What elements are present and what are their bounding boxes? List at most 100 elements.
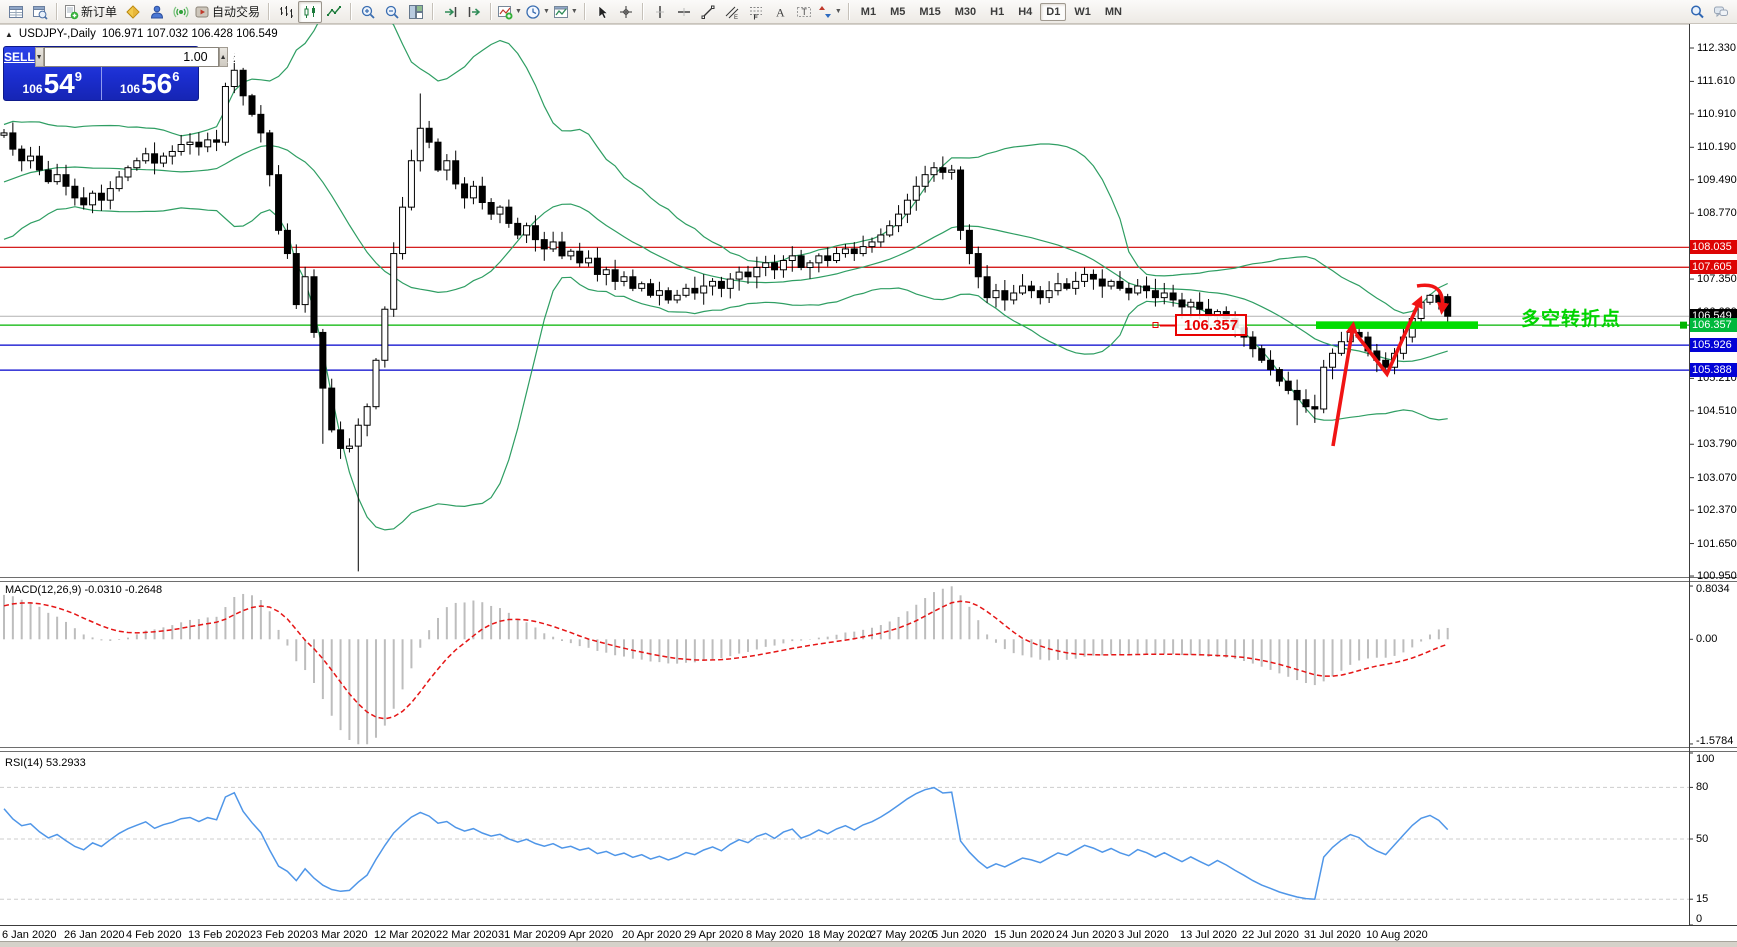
horizontal-level-lines[interactable]: [0, 246, 1689, 371]
volume-decrease-button[interactable]: ▼: [34, 47, 44, 67]
zoom-in-button[interactable]: [356, 1, 380, 23]
rsi-axis-tick: 15: [1696, 893, 1709, 906]
price-axis-tick: 100.950: [1697, 570, 1737, 583]
sell-button[interactable]: SELL: [4, 47, 35, 67]
sell-price[interactable]: 106 54 9: [4, 67, 102, 100]
toolbar: 新订单 自动交易 ▼ ▼ ▼ E F A T ▼ M1 M5 M15 M30 H1 H4 D1 W1 MN: [0, 0, 1737, 24]
auto-scroll-button[interactable]: [438, 1, 462, 23]
price-axis-tick: 112.330: [1697, 42, 1736, 54]
periods-icon: [525, 4, 541, 20]
auto-trading-label: 自动交易: [212, 5, 261, 19]
timeframe-mn[interactable]: MN: [1099, 3, 1128, 21]
rsi-indicator-label: RSI(14) 53.2933: [5, 757, 86, 769]
svg-text:E: E: [734, 15, 738, 20]
collapse-chart-icon[interactable]: ▲: [5, 30, 13, 39]
price-axis-tick: 110.190: [1697, 141, 1736, 154]
timeframe-m1[interactable]: M1: [855, 3, 882, 21]
chart-shift-button[interactable]: [462, 1, 486, 23]
timeframe-m5[interactable]: M5: [884, 3, 911, 21]
date-axis-label: 4 Feb 2020: [126, 929, 182, 941]
fibonacci-icon: F: [748, 4, 764, 20]
date-axis-label: 20 Apr 2020: [622, 929, 682, 941]
rsi-axis-tick: 0: [1696, 913, 1703, 925]
date-axis-label: 31 Jul 2020: [1304, 929, 1361, 941]
arrows-button[interactable]: ▼: [816, 1, 844, 23]
price-axis-tick: 101.650: [1697, 537, 1737, 550]
market-watch-button[interactable]: [4, 1, 28, 23]
metaeditor-button[interactable]: [121, 1, 145, 23]
svg-text:A: A: [776, 5, 785, 19]
community-button[interactable]: [1709, 1, 1733, 23]
price-axis-tick: 108.770: [1697, 207, 1737, 220]
date-axis-label: 10 Aug 2020: [1366, 929, 1428, 941]
dropdown-arrow-icon[interactable]: ▼: [571, 8, 578, 15]
rsi-line: [3, 786, 1449, 900]
trend-line-icon: [700, 4, 716, 20]
text-button[interactable]: A: [768, 1, 792, 23]
tile-windows-button[interactable]: [404, 1, 428, 23]
timeframe-h1[interactable]: H1: [984, 3, 1010, 21]
one-click-trading-panel: SELL ▼ ▲ BUY 106 54 9 106 56 6: [3, 46, 253, 101]
panel-separator[interactable]: [0, 747, 1737, 752]
buy-price-prefix: 106: [120, 82, 141, 96]
timeframe-h4[interactable]: H4: [1012, 3, 1038, 21]
turning-point-annotation[interactable]: 多空转折点: [1521, 304, 1621, 331]
date-axis-label: 13 Feb 2020: [188, 929, 250, 941]
text-label-button[interactable]: T: [792, 1, 816, 23]
indicators-button[interactable]: ▼: [496, 1, 524, 23]
data-window-button[interactable]: [28, 1, 52, 23]
svg-text:T: T: [801, 7, 807, 17]
vertical-line-button[interactable]: [648, 1, 672, 23]
terminal-button[interactable]: [145, 1, 169, 23]
cursor-button[interactable]: [590, 1, 614, 23]
horizontal-line-button[interactable]: [672, 1, 696, 23]
search-button[interactable]: [1685, 1, 1709, 23]
dropdown-arrow-icon[interactable]: ▼: [835, 8, 842, 15]
crosshair-button[interactable]: [614, 1, 638, 23]
chart-shift-icon: [466, 4, 482, 20]
toolbar-separator: [268, 3, 271, 20]
buy-price[interactable]: 106 56 6: [102, 67, 199, 100]
zoom-out-button[interactable]: [380, 1, 404, 23]
text-label-icon: T: [796, 4, 812, 20]
svg-text:F: F: [753, 14, 758, 20]
dropdown-arrow-icon[interactable]: ▼: [515, 8, 522, 15]
bollinger-bands: [3, 24, 1448, 531]
timeframe-m30[interactable]: M30: [949, 3, 982, 21]
date-axis-label: 27 May 2020: [870, 929, 934, 941]
new-order-button[interactable]: 新订单: [62, 1, 121, 23]
volume-increase-button[interactable]: ▲: [218, 47, 228, 67]
line-chart-icon: [326, 4, 342, 20]
candle-chart-icon: [302, 4, 318, 20]
trend-line-button[interactable]: [696, 1, 720, 23]
panel-separator[interactable]: [0, 577, 1737, 582]
date-axis-label: 22 Mar 2020: [436, 929, 498, 941]
toolbar-separator: [490, 3, 493, 20]
cursor-icon: [594, 4, 610, 20]
price-callout-label[interactable]: 106.357: [1175, 314, 1247, 336]
price-axis-tick: 102.370: [1697, 504, 1737, 517]
line-chart-button[interactable]: [322, 1, 346, 23]
templates-button[interactable]: ▼: [552, 1, 580, 23]
chart-canvas[interactable]: [0, 0, 1737, 946]
auto-trading-button[interactable]: 自动交易: [193, 1, 264, 23]
buy-button[interactable]: BUY: [228, 47, 253, 67]
timeframe-m15[interactable]: M15: [913, 3, 946, 21]
signal-button[interactable]: [169, 1, 193, 23]
zoom-out-icon: [384, 4, 400, 20]
macd-histogram: [3, 586, 1449, 745]
bar-chart-button[interactable]: [274, 1, 298, 23]
dropdown-arrow-icon[interactable]: ▼: [543, 8, 550, 15]
price-axis-tick: 103.070: [1697, 471, 1737, 484]
volume-input[interactable]: [43, 47, 219, 67]
candle-chart-button[interactable]: [298, 0, 323, 23]
timeframe-w1[interactable]: W1: [1068, 3, 1097, 21]
time-axis-border: [0, 925, 1737, 926]
sell-price-big: 54: [43, 67, 75, 99]
price-badge-108.035: 108.035: [1690, 240, 1737, 255]
periods-button[interactable]: ▼: [524, 1, 552, 23]
fibonacci-button[interactable]: F: [744, 1, 768, 23]
macd-axis-tick: 0.00: [1696, 633, 1718, 646]
timeframe-d1[interactable]: D1: [1040, 2, 1067, 21]
equidistant-channel-button[interactable]: E: [720, 1, 744, 23]
